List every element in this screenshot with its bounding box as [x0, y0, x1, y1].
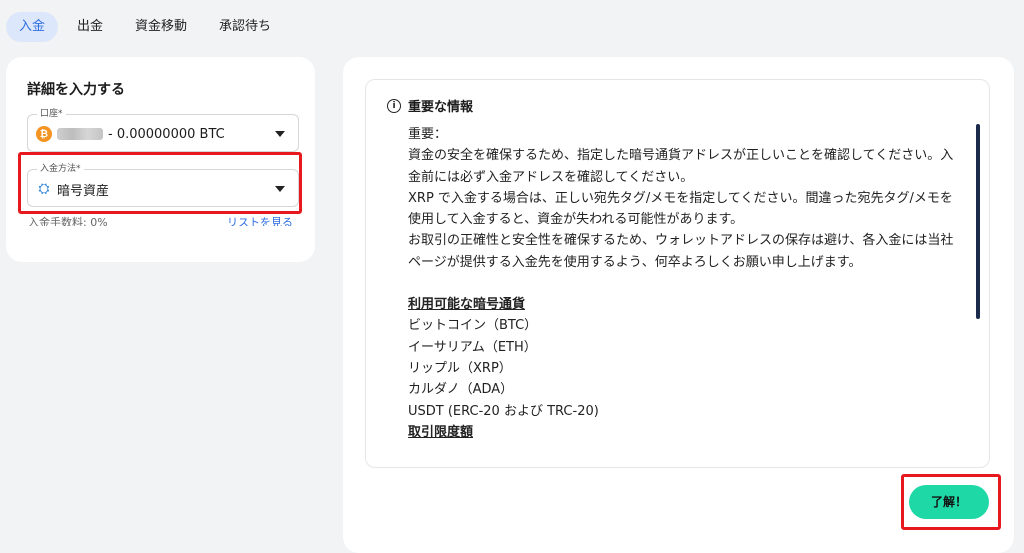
important-info-box: i 重要な情報 重要： 資金の安全を確保するため、指定した暗号通貨アドレスが正し…: [365, 79, 990, 468]
deposit-fee-text: 入金手数料: 0%: [28, 216, 108, 226]
info-paragraph: 重要：: [408, 127, 448, 142]
info-icon: i: [387, 98, 401, 113]
account-value: - 0.00000000 BTC: [108, 126, 225, 142]
info-paragraph: XRP で入金する場合は、正しい宛先タグ/メモを指定してください。間違った宛先タ…: [408, 190, 953, 228]
highlight-box-method: [18, 152, 302, 214]
chevron-down-icon: [275, 131, 285, 137]
view-list-link[interactable]: リストを見る: [227, 214, 293, 226]
available-crypto-title: 利用可能な暗号通貨: [408, 297, 526, 313]
coin-item: USDT (ERC-20 および TRC-20): [408, 403, 599, 419]
details-title: 詳細を入力する: [27, 82, 125, 98]
coin-item: イーサリアム（ETH）: [408, 339, 537, 355]
scrollbar[interactable]: [976, 124, 980, 319]
tab-transfer[interactable]: 資金移動: [122, 12, 200, 42]
highlight-box-ok: [901, 474, 1001, 530]
deposit-tabs: 入金 出金 資金移動 承認待ち: [6, 12, 284, 42]
account-select[interactable]: 口座* ₿ - 0.00000000 BTC: [27, 108, 299, 152]
info-paragraph: 資金の安全を確保するため、指定した暗号通貨アドレスが正しいことを確認してください…: [408, 148, 954, 185]
tab-pending[interactable]: 承認待ち: [206, 12, 284, 42]
coin-item: ビットコイン（BTC）: [408, 318, 538, 334]
limit-title: 取引限度額: [408, 424, 474, 440]
info-title: 重要な情報: [408, 100, 474, 115]
bitcoin-icon: ₿: [36, 126, 52, 142]
tab-deposit[interactable]: 入金: [6, 12, 59, 42]
tab-withdraw[interactable]: 出金: [64, 12, 116, 42]
info-scroll-content[interactable]: 重要： 資金の安全を確保するため、指定した暗号通貨アドレスが正しいことを確認して…: [408, 124, 963, 460]
masked-account-number: [57, 128, 103, 140]
info-header: i 重要な情報: [387, 96, 473, 115]
fee-row: 入金手数料: 0% リストを見る: [28, 214, 293, 226]
coin-item: リップル（XRP）: [408, 360, 512, 376]
coin-item: カルダノ（ADA）: [408, 382, 514, 398]
info-paragraph: お取引の正確性と安全性を確保するため、ウォレットアドレスの保存は避け、各入金には…: [408, 233, 954, 270]
